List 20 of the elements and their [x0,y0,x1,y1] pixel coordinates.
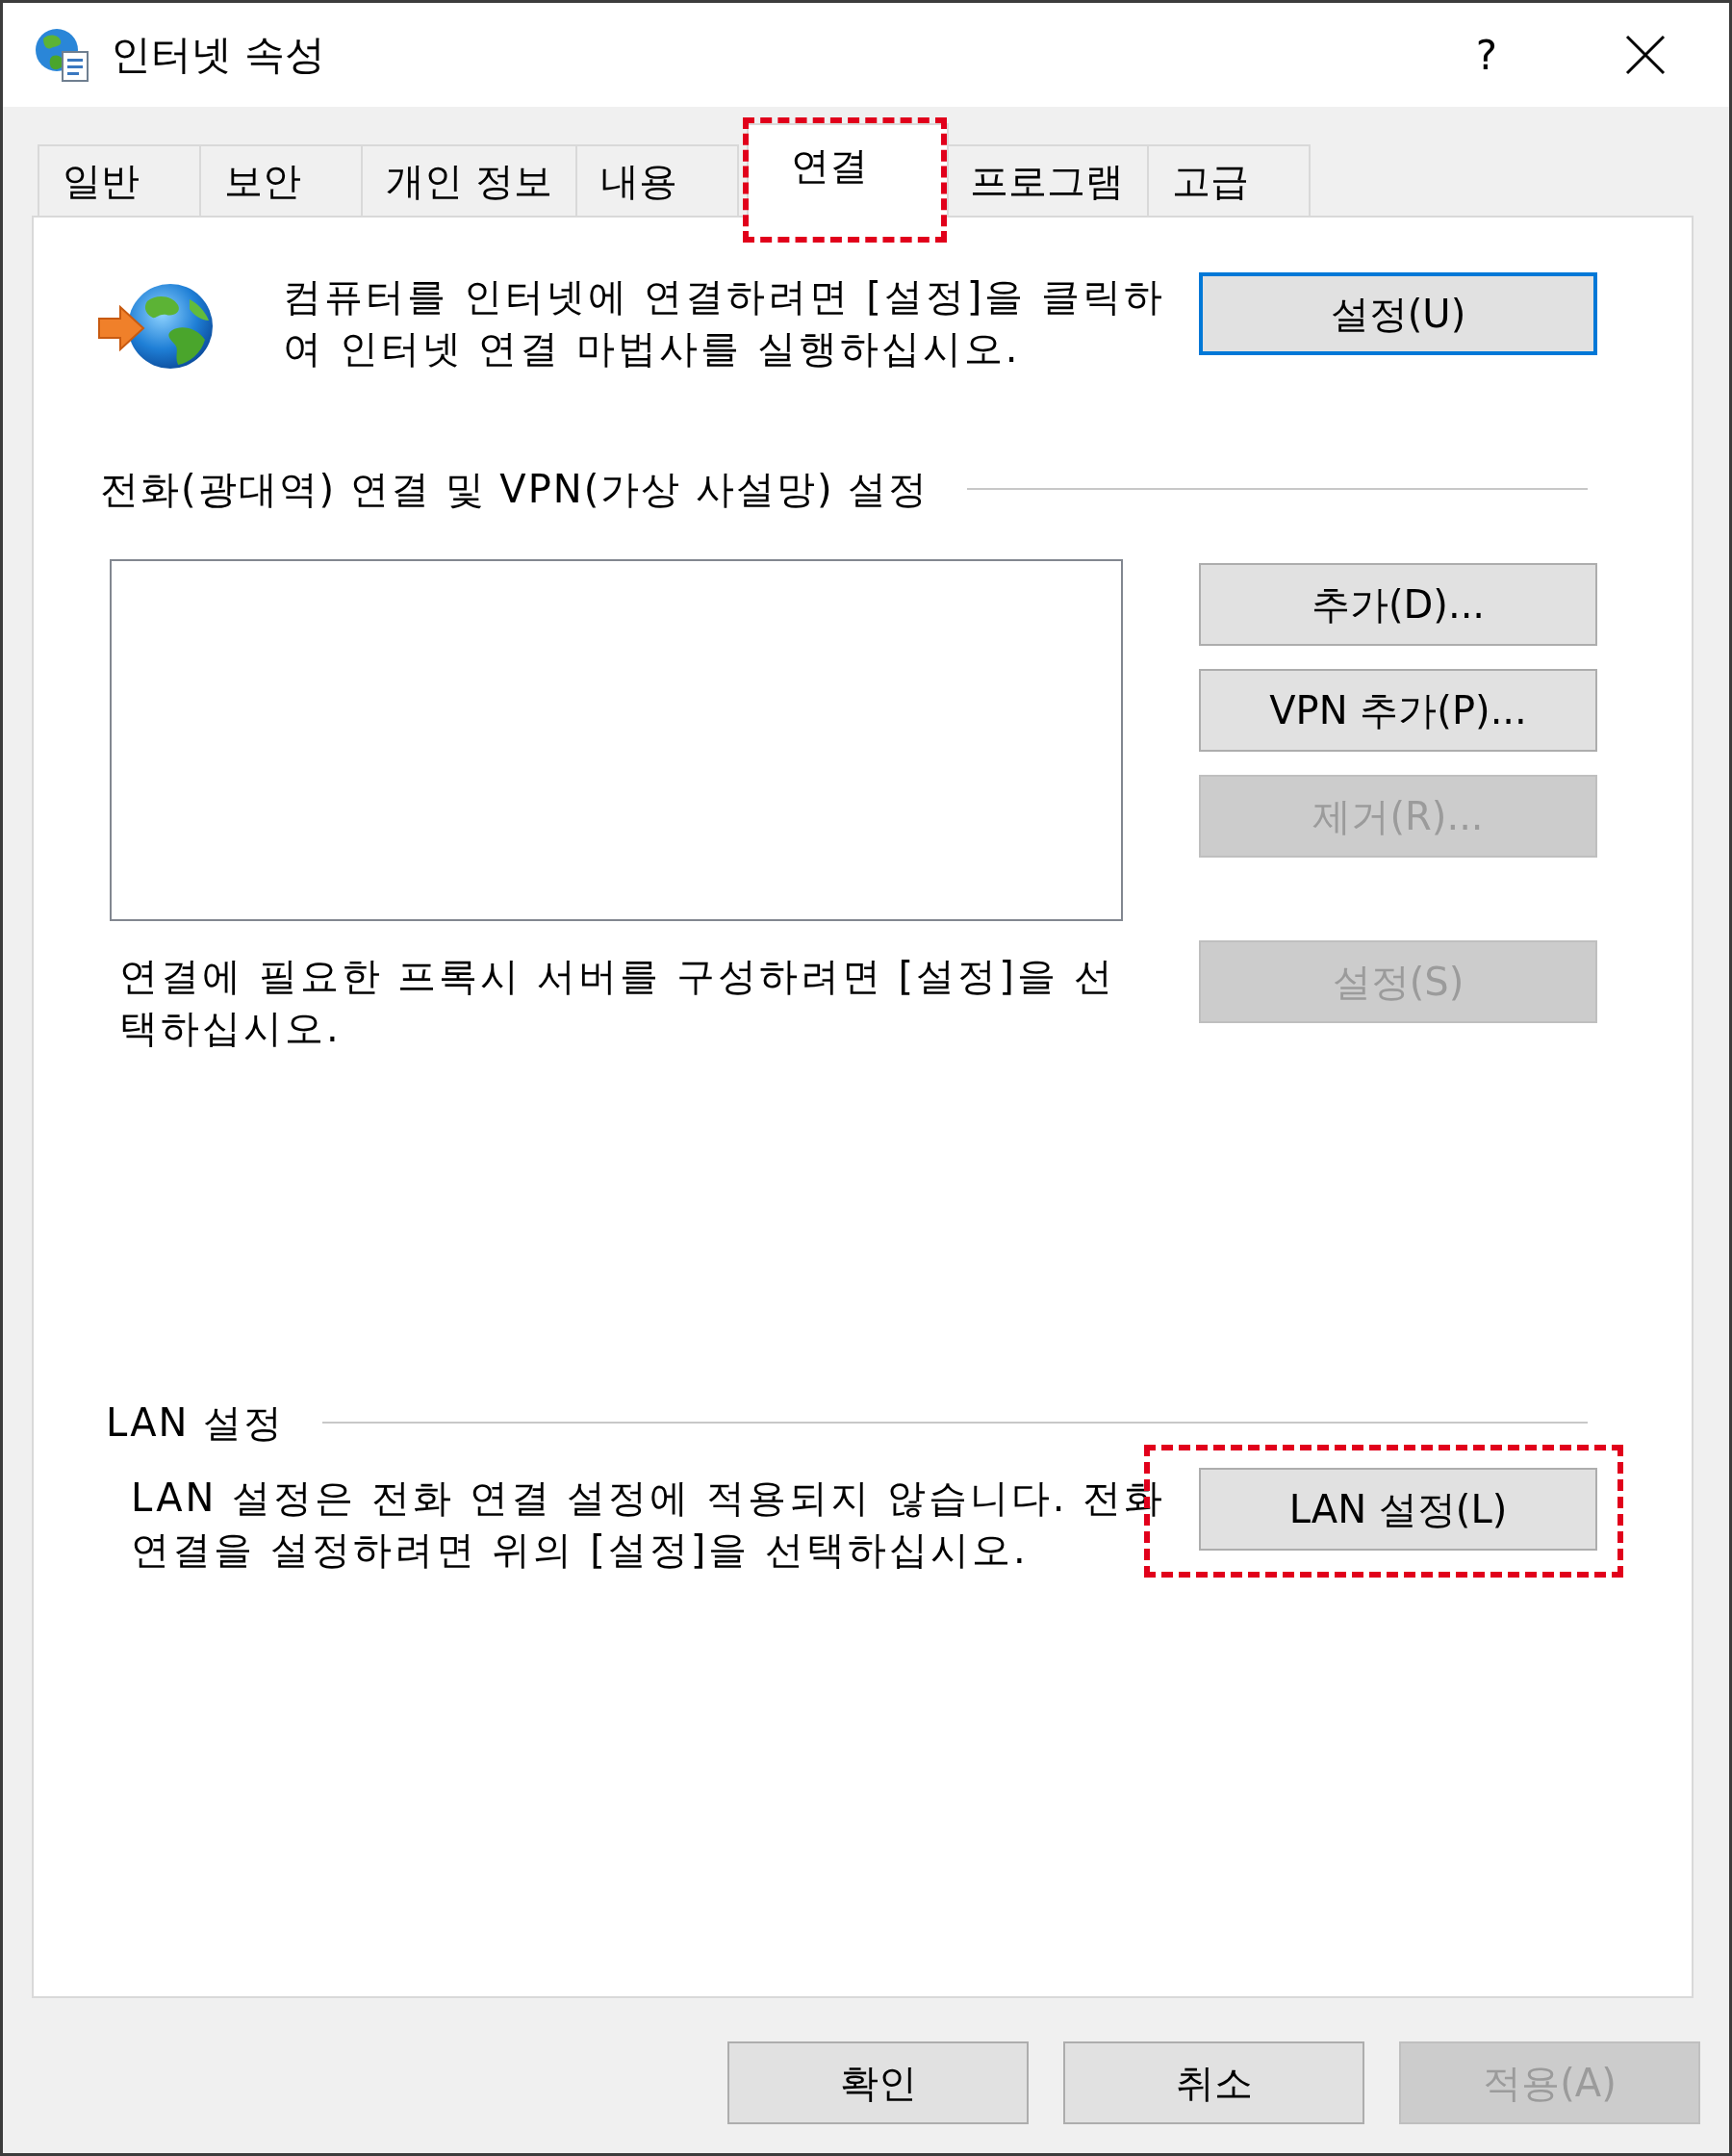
dialog-button[interactable]: 추가(D)... [1199,563,1597,646]
tab[interactable]: 고급 [1146,144,1311,216]
dialog-button[interactable]: 확인 [727,2041,1029,2124]
proxy-instructions: 연결에 필요한 프록시 서버를 구성하려면 [설정]을 선택하십시오. [119,953,1116,1052]
tab[interactable]: 내용 [574,144,739,216]
setup-button[interactable]: 설정(U) [1199,272,1597,355]
lan-instructions: LAN 설정은 전화 연결 설정에 적용되지 않습니다. 전화 연결을 설정하려면 위의 [설정]을 선택하십시오. [131,1475,1167,1574]
tab[interactable]: 일반 [38,144,201,216]
globe-with-arrow-icon [97,282,214,372]
lan-settings-button[interactable]: LAN 설정(L) [1199,1468,1597,1551]
tab[interactable]: 연결 [746,123,949,218]
dialog-button[interactable]: VPN 추가(P)... [1199,669,1597,752]
globe-with-page-icon [34,27,89,83]
section-heading: LAN 설정 [106,1399,285,1447]
dialog-button[interactable]: 취소 [1063,2041,1364,2124]
section-heading: 전화(광대역) 연결 및 VPN(가상 사설망) 설정 [100,466,930,513]
help-button[interactable]: ? [1429,3,1544,107]
close-icon [1625,35,1666,75]
setup-instructions: 컴퓨터를 인터넷에 연결하려면 [설정]을 클릭하여 인터넷 연결 마법사를 실행하십시오. [283,273,1167,372]
window-title: 인터넷 속성 [111,30,327,80]
